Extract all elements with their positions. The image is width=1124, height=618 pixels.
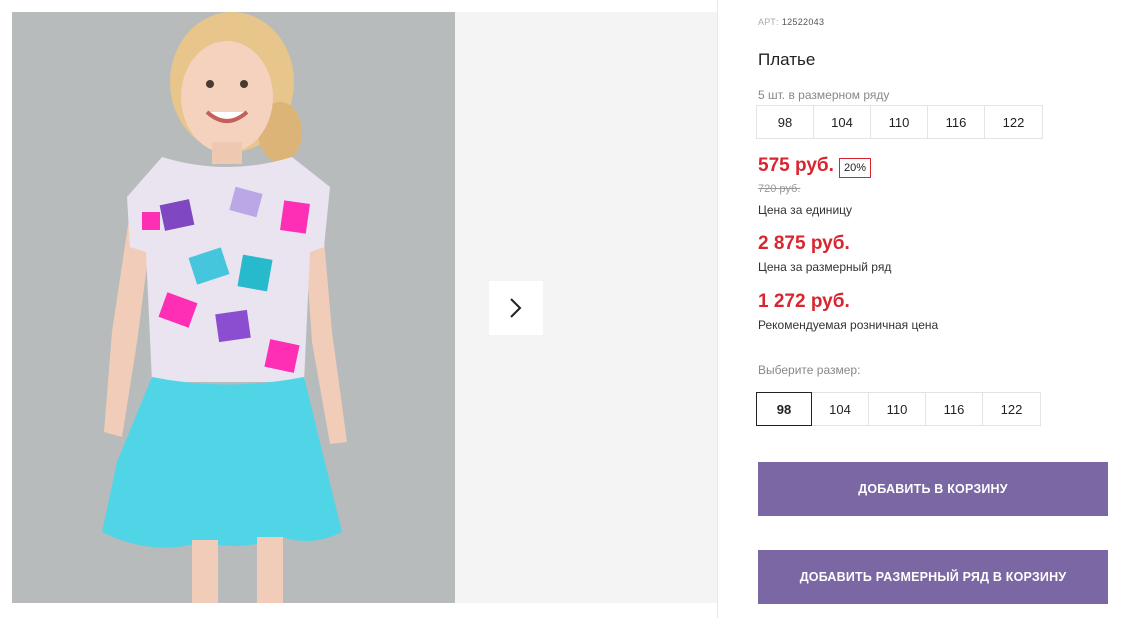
dress-photo-illustration — [12, 12, 455, 603]
add-to-cart-button[interactable]: ДОБАВИТЬ В КОРЗИНУ — [758, 462, 1108, 516]
size-row-item: 122 — [985, 106, 1042, 138]
unit-price-label: Цена за единицу — [758, 203, 853, 217]
row-price-label: Цена за размерный ряд — [758, 260, 892, 274]
size-option-104[interactable]: 104 — [812, 393, 869, 425]
size-row-note: 5 шт. в размерном ряду — [758, 88, 890, 102]
size-row-item: 110 — [871, 106, 928, 138]
size-row-item: 98 — [757, 106, 814, 138]
product-title: Платье — [758, 50, 816, 69]
old-price: 720 руб. — [758, 183, 801, 195]
article-label: АРТ: — [758, 17, 779, 27]
rrp-price: 1 272 руб. — [758, 291, 850, 312]
size-selector: 98 104 110 116 122 — [756, 392, 1041, 426]
size-row-item: 104 — [814, 106, 871, 138]
choose-size-label: Выберите размер: — [758, 363, 861, 377]
size-row-list: 98 104 110 116 122 — [756, 105, 1043, 139]
discount-badge: 20% — [839, 158, 872, 178]
add-size-row-to-cart-button[interactable]: ДОБАВИТЬ РАЗМЕРНЫЙ РЯД В КОРЗИНУ — [758, 550, 1108, 604]
size-option-98[interactable]: 98 — [756, 392, 812, 426]
row-price: 2 875 руб. — [758, 233, 850, 254]
size-row-item: 116 — [928, 106, 985, 138]
chevron-right-icon — [510, 298, 522, 318]
product-photo — [12, 12, 455, 603]
product-gallery — [12, 12, 718, 603]
article-number: АРТ: 12522043 — [758, 17, 824, 27]
size-option-122[interactable]: 122 — [983, 393, 1040, 425]
size-option-116[interactable]: 116 — [926, 393, 983, 425]
size-option-110[interactable]: 110 — [869, 393, 926, 425]
unit-price: 575 руб. — [758, 155, 834, 176]
article-value: 12522043 — [781, 17, 825, 27]
product-info-panel: АРТ: 12522043 Платье 5 шт. в размерном ря… — [756, 0, 1110, 618]
panel-divider — [717, 0, 718, 618]
rrp-price-label: Рекомендуемая розничная цена — [758, 318, 939, 332]
gallery-next-button[interactable] — [489, 281, 543, 335]
